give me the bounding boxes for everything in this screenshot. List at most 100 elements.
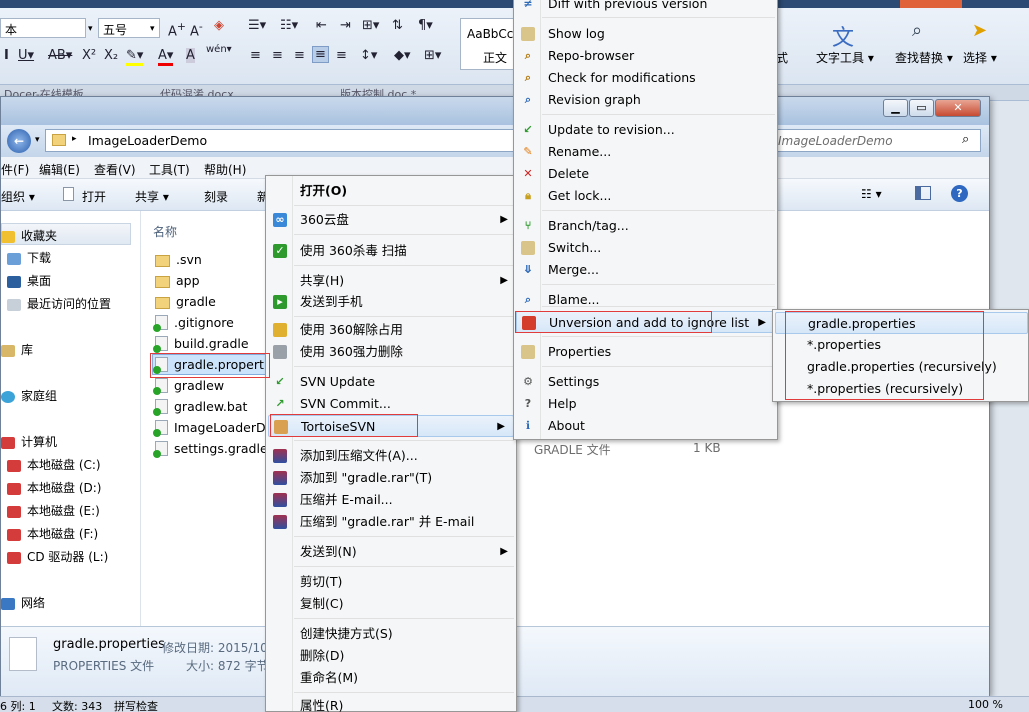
menu-item-add-to-rar[interactable]: 添加到 "gradle.rar"(T): [266, 467, 516, 489]
burn-button[interactable]: 刻录: [204, 188, 228, 205]
list-item[interactable]: gradle: [155, 294, 216, 309]
menu-item-360-unlock[interactable]: 使用 360解除占用: [266, 319, 516, 341]
search-icon[interactable]: ⌕: [962, 132, 969, 147]
list-item[interactable]: .svn: [155, 252, 202, 267]
view-options-icon[interactable]: ☷ ▾: [861, 187, 882, 201]
svn-item-check-modifications[interactable]: ⌕ Check for modifications: [514, 67, 777, 89]
svn-item-branch-tag[interactable]: ⑂ Branch/tag...: [514, 215, 777, 237]
list-item[interactable]: gradlew: [153, 378, 224, 395]
sort-icon[interactable]: ⇅: [392, 18, 403, 33]
svn-item-rename[interactable]: ✎ Rename...: [514, 141, 777, 163]
list-item[interactable]: ImageLoaderDe: [153, 420, 273, 437]
font-color-icon[interactable]: A▾: [158, 48, 174, 66]
svn-item-diff-previous[interactable]: ≠ Diff with previous version: [514, 0, 777, 15]
share-button[interactable]: 共享 ▾: [135, 188, 169, 205]
menu-item-create-shortcut[interactable]: 创建快捷方式(S): [266, 623, 516, 645]
svn-item-revision-graph[interactable]: ⌕ Revision graph: [514, 89, 777, 111]
style-gallery-normal[interactable]: AaBbCc 正文: [460, 18, 514, 70]
svn-item-switch[interactable]: Switch...: [514, 237, 777, 259]
svn-item-blame[interactable]: ⌕ Blame...: [514, 289, 777, 311]
breadcrumb[interactable]: ImageLoaderDemo: [88, 133, 207, 148]
svn-item-repo-browser[interactable]: ⌕ Repo-browser: [514, 45, 777, 67]
find-replace-button[interactable]: 查找替换 ▾: [895, 49, 953, 66]
menu-file[interactable]: 件(F): [1, 161, 29, 178]
svn-item-update-to-revision[interactable]: ↙ Update to revision...: [514, 119, 777, 141]
svn-item-about[interactable]: ℹ About: [514, 415, 777, 437]
status-word-count[interactable]: 文数: 343: [52, 698, 102, 712]
nav-drive-e[interactable]: 本地磁盘 (E:): [27, 504, 100, 518]
nav-drive-d[interactable]: 本地磁盘 (D:): [27, 481, 101, 495]
back-icon[interactable]: ←: [7, 129, 31, 153]
menu-item-svn-commit[interactable]: ↗ SVN Commit...: [266, 393, 516, 415]
svn-item-merge[interactable]: ⤋ Merge...: [514, 259, 777, 281]
status-zoom[interactable]: 100 %: [968, 698, 1003, 711]
show-marks-icon[interactable]: ¶▾: [418, 18, 433, 33]
list-item[interactable]: settings.gradle: [153, 441, 268, 458]
list-item[interactable]: .gitignore: [153, 315, 234, 332]
nav-favorites[interactable]: 收藏夹: [21, 229, 57, 243]
char-shading-icon[interactable]: A: [186, 48, 195, 63]
nav-libraries[interactable]: 库: [21, 343, 33, 357]
strikethrough-icon[interactable]: AB▾: [48, 48, 72, 63]
phonetic-icon[interactable]: wén▾: [206, 44, 232, 55]
menu-item-rename[interactable]: 重命名(M): [266, 667, 516, 689]
distribute-icon[interactable]: ≡: [336, 48, 347, 63]
organize-button[interactable]: 组织 ▾: [1, 188, 35, 205]
menu-item-delete[interactable]: 删除(D): [266, 645, 516, 667]
menu-item-share[interactable]: 共享(H) ▶: [266, 270, 516, 292]
svn-item-show-log[interactable]: Show log: [514, 23, 777, 45]
menu-item-compress-rar-email[interactable]: 压缩到 "gradle.rar" 并 E-mail: [266, 511, 516, 533]
minimize-button[interactable]: ▁: [883, 99, 908, 117]
justify-icon[interactable]: ≡: [312, 46, 329, 63]
svn-item-settings[interactable]: ⚙ Settings: [514, 371, 777, 393]
menu-item-svn-update[interactable]: ↙ SVN Update: [266, 371, 516, 393]
history-dropdown-icon[interactable]: ▾: [35, 135, 40, 145]
bold-icon[interactable]: I: [4, 48, 9, 63]
line-spacing-icon[interactable]: ↕▾: [360, 48, 377, 63]
menu-view[interactable]: 查看(V): [94, 161, 136, 178]
shrink-font-icon[interactable]: A-: [190, 20, 203, 39]
chinese-layout-icon[interactable]: ⊞▾: [362, 18, 379, 33]
menu-item-send-to[interactable]: 发送到(N) ▶: [266, 541, 516, 563]
menu-item-cut[interactable]: 剪切(T): [266, 571, 516, 593]
fill-icon[interactable]: ◆▾: [394, 48, 411, 63]
font-name-dropdown-icon[interactable]: ▾: [88, 24, 93, 34]
preview-pane-icon[interactable]: [915, 186, 931, 200]
svn-item-get-lock[interactable]: 🔒︎ Get lock...: [514, 185, 777, 207]
align-right-icon[interactable]: ≡: [294, 48, 305, 63]
bullet-list-icon[interactable]: ☰▾: [248, 18, 266, 33]
maximize-button[interactable]: ▭: [909, 99, 934, 117]
nav-desktop[interactable]: 桌面: [27, 274, 51, 288]
nav-homegroup[interactable]: 家庭组: [21, 389, 57, 403]
highlight-icon[interactable]: ✎▾: [126, 48, 144, 66]
svn-item-help[interactable]: ? Help: [514, 393, 777, 415]
menu-item-360-cloud[interactable]: ∞ 360云盘 ▶: [266, 209, 516, 231]
menu-tools[interactable]: 工具(T): [149, 161, 190, 178]
nav-recent[interactable]: 最近访问的位置: [27, 297, 111, 311]
nav-downloads[interactable]: 下载: [27, 251, 51, 265]
nav-drive-l[interactable]: CD 驱动器 (L:): [27, 550, 108, 564]
menu-item-360-delete[interactable]: 使用 360强力删除: [266, 341, 516, 363]
list-item[interactable]: gradlew.bat: [153, 399, 247, 416]
align-left-icon[interactable]: ≡: [250, 48, 261, 63]
open-button[interactable]: 打开: [82, 188, 106, 205]
column-header-name[interactable]: 名称: [153, 223, 177, 240]
increase-indent-icon[interactable]: ⇥: [340, 18, 351, 33]
explorer-titlebar[interactable]: ▁ ▭ ✕: [1, 97, 989, 125]
nav-drive-f[interactable]: 本地磁盘 (F:): [27, 527, 98, 541]
select-button[interactable]: 选择 ▾: [963, 49, 997, 66]
svn-item-delete[interactable]: ✕ Delete: [514, 163, 777, 185]
list-item[interactable]: app: [155, 273, 200, 288]
borders-icon[interactable]: ⊞▾: [424, 48, 441, 63]
close-button[interactable]: ✕: [935, 99, 981, 117]
font-size-dropdown-icon[interactable]: ▾: [150, 24, 155, 34]
menu-item-open[interactable]: 打开(O): [266, 180, 516, 202]
numbered-list-icon[interactable]: ☷▾: [280, 18, 298, 33]
superscript-icon[interactable]: X²: [82, 48, 96, 63]
menu-item-360-scan[interactable]: ✓ 使用 360杀毒 扫描: [266, 240, 516, 262]
list-item[interactable]: build.gradle: [153, 336, 249, 353]
nav-computer[interactable]: 计算机: [21, 435, 57, 449]
address-field[interactable]: ▸ ImageLoaderDemo: [45, 129, 519, 152]
svn-item-properties[interactable]: Properties: [514, 341, 777, 363]
status-spell-check[interactable]: 拼写检查: [114, 698, 158, 712]
